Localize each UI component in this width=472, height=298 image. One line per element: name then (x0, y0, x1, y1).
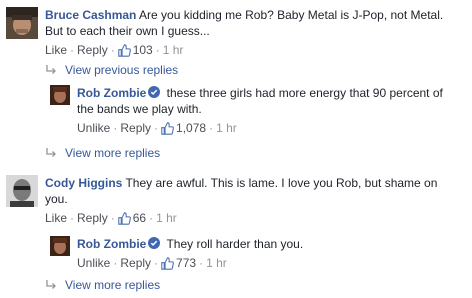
avatar[interactable] (6, 7, 38, 39)
verified-badge-icon (148, 86, 161, 98)
like-count[interactable]: 773 (161, 255, 196, 271)
separator: · (154, 121, 159, 135)
view-previous-replies-link[interactable]: View previous replies (45, 62, 178, 78)
separator: · (154, 256, 159, 270)
separator: · (155, 43, 160, 57)
reply-rob-zombie-2: Rob Zombie They roll harder than you. Un… (50, 236, 466, 271)
timestamp[interactable]: 1 hr (206, 255, 227, 271)
separator: · (70, 43, 75, 57)
view-previous-replies-label: View previous replies (65, 63, 179, 77)
comment-bruce-cashman: Bruce Cashman Are you kidding me Rob? Ba… (6, 7, 466, 58)
timestamp[interactable]: 1 hr (163, 42, 184, 58)
avatar-photo (6, 7, 38, 39)
like-count[interactable]: 66 (117, 210, 147, 226)
separator: · (149, 211, 154, 225)
reply-rob-zombie-1: Rob Zombie these three girls had more en… (50, 85, 466, 136)
avatar[interactable] (6, 175, 38, 207)
avatar[interactable] (50, 236, 70, 256)
thumbs-up-icon (161, 256, 174, 270)
comment-cody-higgins: Cody Higgins They are awful. This is lam… (6, 175, 466, 226)
like-count[interactable]: 1,078 (161, 120, 206, 136)
unlike-button[interactable]: Unlike (77, 255, 110, 271)
reply-text-block: Rob Zombie these three girls had more en… (77, 85, 460, 117)
like-count[interactable]: 103 (117, 42, 153, 58)
verified-badge-icon (148, 237, 161, 249)
comment-actions: Like · Reply · 66 · 1 hr (45, 210, 458, 226)
separator: · (113, 121, 118, 135)
timestamp[interactable]: 1 hr (156, 210, 177, 226)
view-more-replies-link[interactable]: View more replies (45, 277, 160, 293)
reply-arrow-icon (46, 148, 56, 157)
comment-text-block: Bruce Cashman Are you kidding me Rob? Ba… (45, 7, 458, 39)
separator: · (110, 211, 115, 225)
comment-author[interactable]: Cody Higgins (45, 176, 122, 190)
thumbs-up-icon (117, 211, 131, 225)
separator: · (113, 256, 118, 270)
timestamp[interactable]: 1 hr (216, 120, 237, 136)
thumbs-up-icon (161, 121, 174, 135)
avatar[interactable] (50, 85, 70, 105)
like-count-value: 773 (176, 256, 197, 270)
view-more-replies-label: View more replies (65, 278, 161, 292)
separator: · (110, 43, 115, 57)
comment-author[interactable]: Bruce Cashman (45, 8, 136, 22)
reply-button[interactable]: Reply (120, 120, 151, 136)
reply-actions: Unlike · Reply · 773 · 1 hr (77, 255, 460, 271)
view-more-replies-link[interactable]: View more replies (45, 145, 160, 161)
comment-text-block: Cody Higgins They are awful. This is lam… (45, 175, 458, 207)
comment-actions: Like · Reply · 103 · 1 hr (45, 42, 458, 58)
unlike-button[interactable]: Unlike (77, 120, 110, 136)
separator: · (199, 256, 204, 270)
reply-text-block: Rob Zombie They roll harder than you. (77, 236, 460, 252)
avatar-photo (6, 175, 38, 207)
avatar-photo (50, 236, 70, 256)
reply-button[interactable]: Reply (120, 255, 151, 271)
like-count-value: 103 (132, 43, 153, 57)
separator: · (209, 121, 214, 135)
reply-button[interactable]: Reply (77, 42, 108, 58)
reply-button[interactable]: Reply (77, 210, 108, 226)
like-button[interactable]: Like (45, 42, 67, 58)
reply-author[interactable]: Rob Zombie (77, 237, 146, 251)
thumbs-up-icon (117, 43, 131, 57)
separator: · (70, 211, 75, 225)
reply-author[interactable]: Rob Zombie (77, 86, 146, 100)
view-more-replies-label: View more replies (65, 146, 161, 160)
like-button[interactable]: Like (45, 210, 67, 226)
reply-text: They roll harder than you. (166, 237, 304, 251)
reply-arrow-icon (46, 280, 56, 289)
reply-arrow-icon (46, 65, 56, 74)
like-count-value: 66 (132, 211, 147, 225)
like-count-value: 1,078 (176, 121, 207, 135)
avatar-photo (50, 85, 70, 105)
reply-actions: Unlike · Reply · 1,078 · 1 hr (77, 120, 460, 136)
